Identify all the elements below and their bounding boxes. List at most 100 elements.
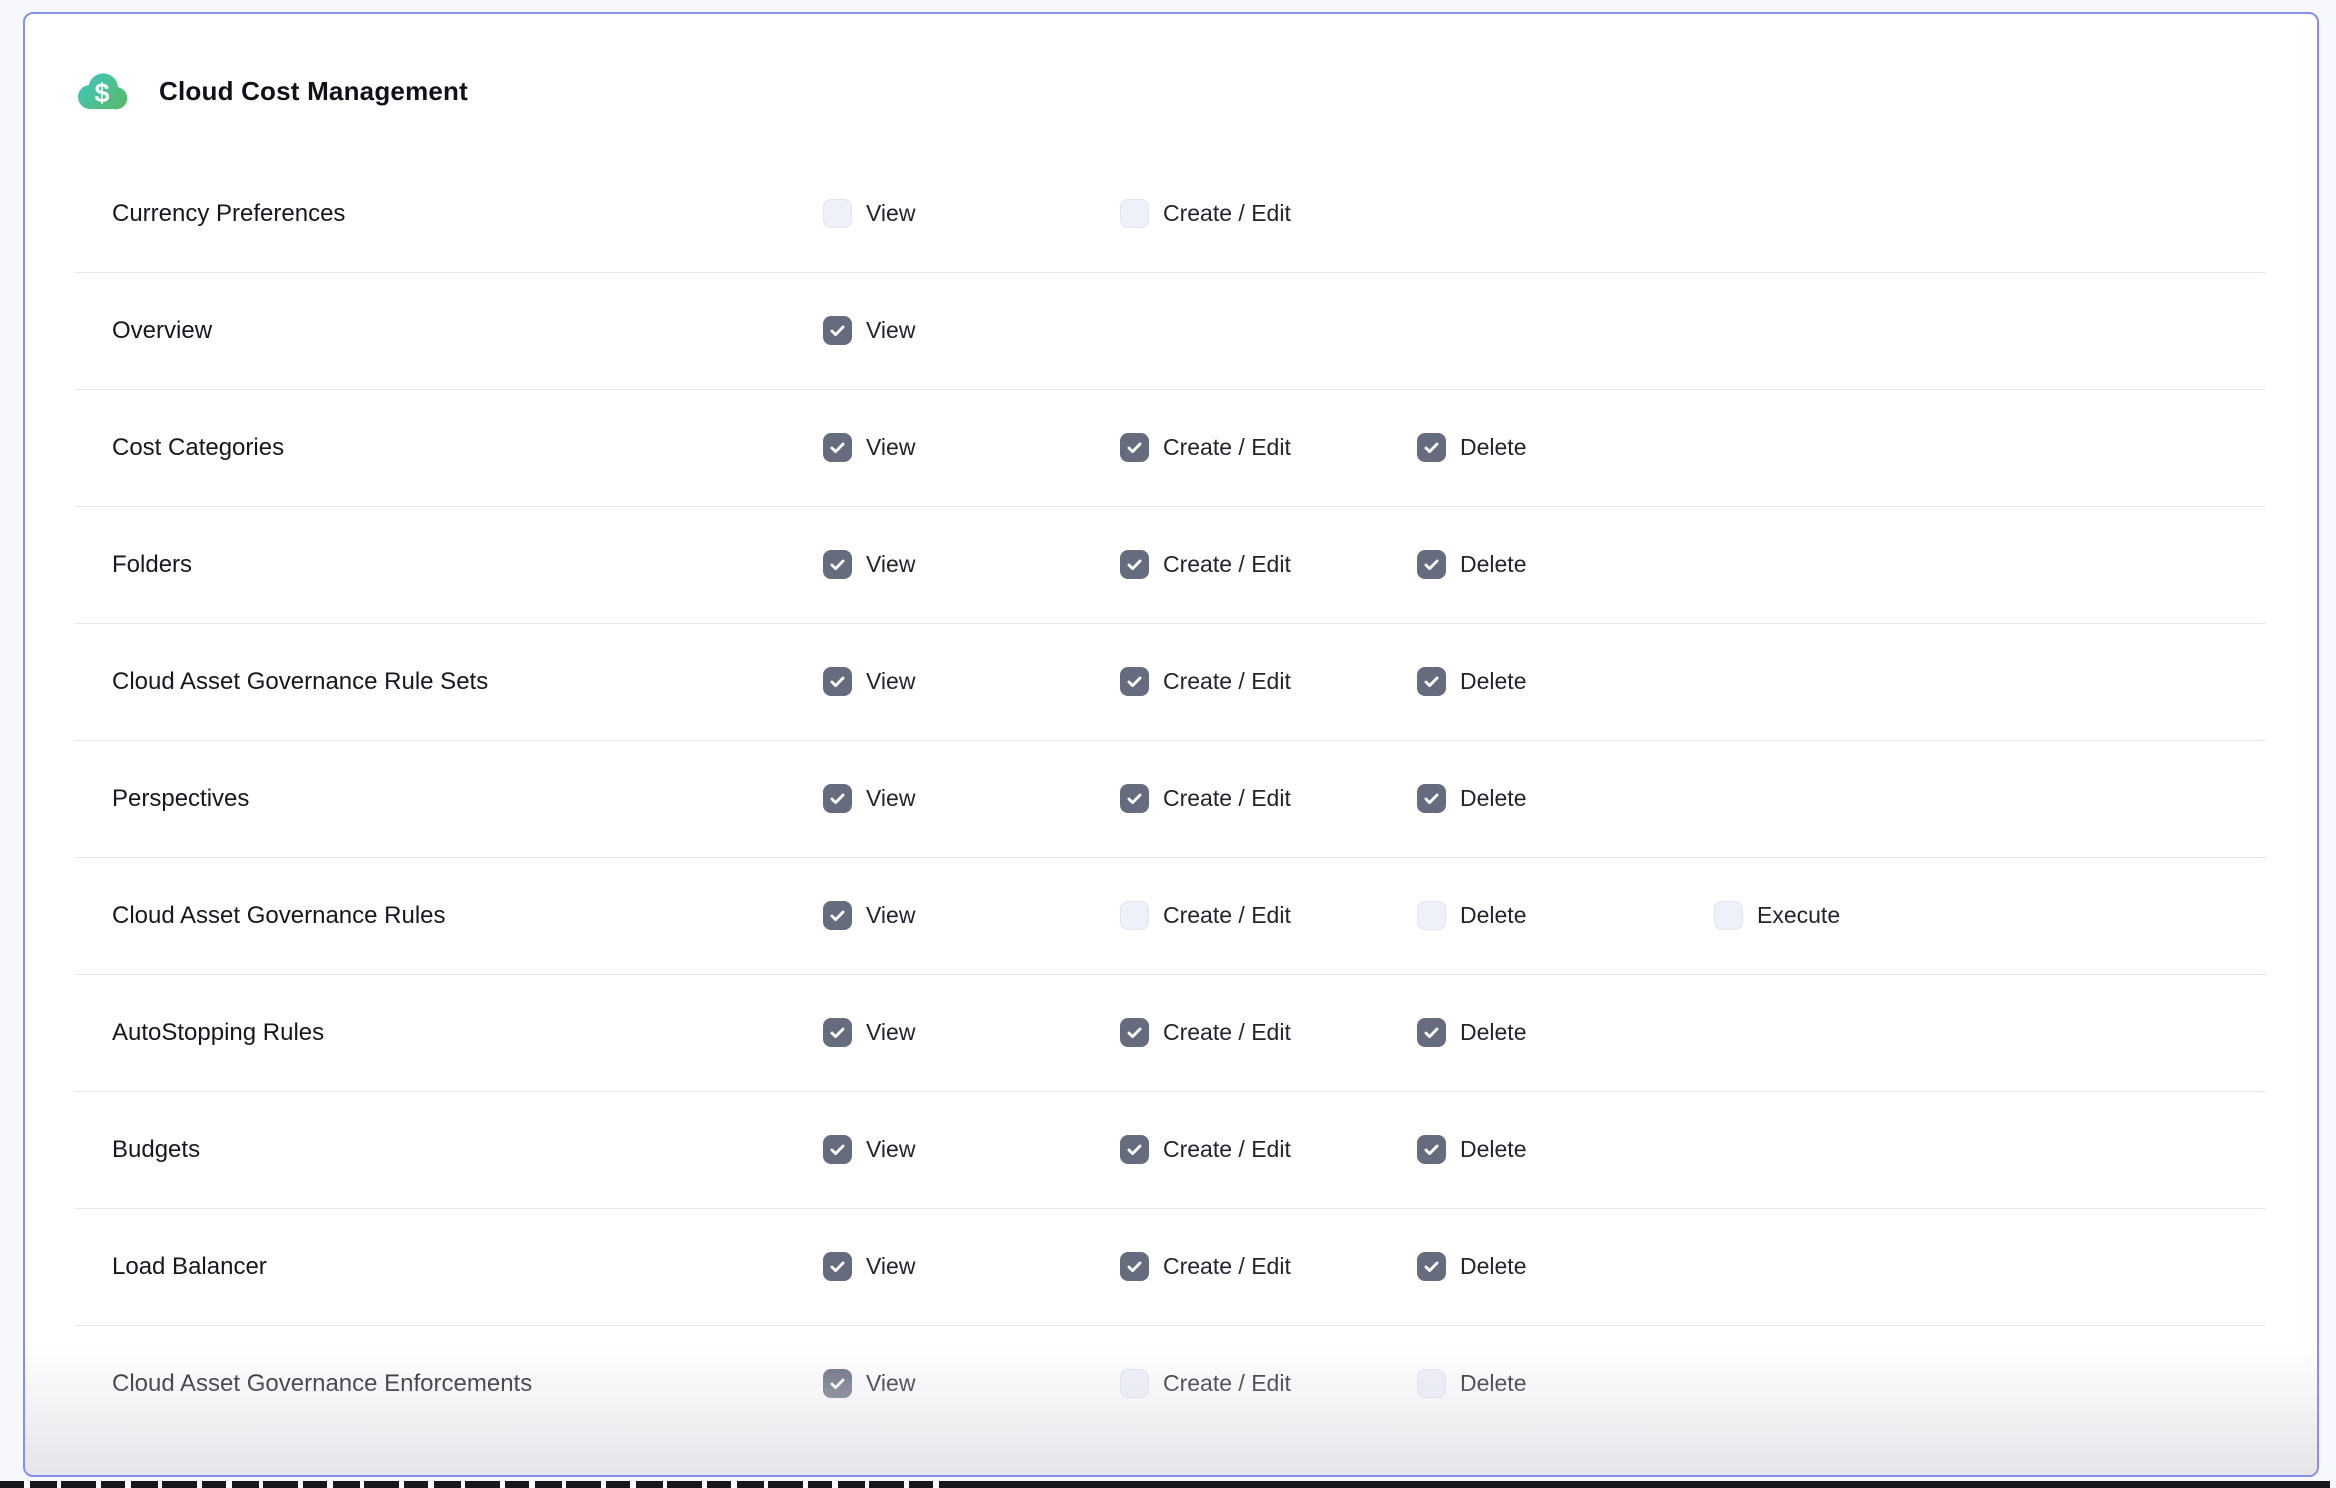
delete-permission-cell[interactable]: Delete	[1417, 901, 1526, 930]
delete-checkbox-label[interactable]: Delete	[1460, 785, 1526, 812]
delete-checkbox-label[interactable]: Delete	[1460, 668, 1526, 695]
delete-checkbox-label[interactable]: Delete	[1460, 1019, 1526, 1046]
view-permission-cell[interactable]: View	[823, 316, 915, 345]
create-edit-checkbox-label[interactable]: Create / Edit	[1163, 902, 1291, 929]
view-checkbox[interactable]	[823, 1018, 852, 1047]
view-checkbox[interactable]	[823, 1135, 852, 1164]
delete-permission-cell[interactable]: Delete	[1417, 1369, 1526, 1398]
view-checkbox[interactable]	[823, 901, 852, 930]
view-checkbox-label[interactable]: View	[866, 200, 915, 227]
view-checkbox[interactable]	[823, 667, 852, 696]
view-permission-cell[interactable]: View	[823, 784, 915, 813]
create-edit-checkbox-label[interactable]: Create / Edit	[1163, 434, 1291, 461]
delete-checkbox-label[interactable]: Delete	[1460, 902, 1526, 929]
create-edit-checkbox[interactable]	[1120, 1369, 1149, 1398]
delete-checkbox[interactable]	[1417, 784, 1446, 813]
create-edit-permission-cell[interactable]: Create / Edit	[1120, 901, 1291, 930]
create-edit-checkbox[interactable]	[1120, 1252, 1149, 1281]
view-permission-cell[interactable]: View	[823, 901, 915, 930]
delete-permission-cell[interactable]: Delete	[1417, 1252, 1526, 1281]
view-permission-cell[interactable]: View	[823, 550, 915, 579]
create-edit-checkbox[interactable]	[1120, 1135, 1149, 1164]
view-permission-cell[interactable]: View	[823, 1018, 915, 1047]
delete-permission-cell[interactable]: Delete	[1417, 667, 1526, 696]
create-edit-checkbox[interactable]	[1120, 667, 1149, 696]
delete-checkbox-label[interactable]: Delete	[1460, 1370, 1526, 1397]
view-checkbox-label[interactable]: View	[866, 902, 915, 929]
view-checkbox-label[interactable]: View	[866, 434, 915, 461]
view-checkbox-label[interactable]: View	[866, 1370, 915, 1397]
create-edit-checkbox-label[interactable]: Create / Edit	[1163, 785, 1291, 812]
execute-checkbox[interactable]	[1714, 901, 1743, 930]
delete-permission-cell[interactable]: Delete	[1417, 784, 1526, 813]
create-edit-checkbox[interactable]	[1120, 1018, 1149, 1047]
create-edit-permission-cell[interactable]: Create / Edit	[1120, 1135, 1291, 1164]
delete-checkbox-label[interactable]: Delete	[1460, 1253, 1526, 1280]
create-edit-permission-cell[interactable]: Create / Edit	[1120, 550, 1291, 579]
view-permission-cell[interactable]: View	[823, 1135, 915, 1164]
create-edit-permission-cell[interactable]: Create / Edit	[1120, 1369, 1291, 1398]
create-edit-permission-cell[interactable]: Create / Edit	[1120, 784, 1291, 813]
delete-permission-cell[interactable]: Delete	[1417, 550, 1526, 579]
delete-checkbox[interactable]	[1417, 550, 1446, 579]
delete-checkbox[interactable]	[1417, 1252, 1446, 1281]
delete-checkbox[interactable]	[1417, 1018, 1446, 1047]
create-edit-checkbox[interactable]	[1120, 901, 1149, 930]
delete-checkbox[interactable]	[1417, 1135, 1446, 1164]
check-icon	[1422, 789, 1441, 808]
view-checkbox-label[interactable]: View	[866, 1019, 915, 1046]
create-edit-permission-cell[interactable]: Create / Edit	[1120, 1252, 1291, 1281]
view-checkbox[interactable]	[823, 784, 852, 813]
create-edit-checkbox-label[interactable]: Create / Edit	[1163, 668, 1291, 695]
delete-checkbox[interactable]	[1417, 901, 1446, 930]
create-edit-checkbox[interactable]	[1120, 550, 1149, 579]
execute-permission-cell[interactable]: Execute	[1714, 901, 1840, 930]
create-edit-checkbox-label[interactable]: Create / Edit	[1163, 1136, 1291, 1163]
create-edit-permission-cell[interactable]: Create / Edit	[1120, 667, 1291, 696]
row-label: Budgets	[112, 1136, 823, 1164]
delete-checkbox[interactable]	[1417, 1369, 1446, 1398]
view-permission-cell[interactable]: View	[823, 1369, 915, 1398]
create-edit-checkbox-label[interactable]: Create / Edit	[1163, 551, 1291, 578]
delete-checkbox-label[interactable]: Delete	[1460, 551, 1526, 578]
view-checkbox[interactable]	[823, 550, 852, 579]
create-edit-checkbox-label[interactable]: Create / Edit	[1163, 200, 1291, 227]
check-icon	[1422, 555, 1441, 574]
view-checkbox-label[interactable]: View	[866, 317, 915, 344]
delete-permission-cell[interactable]: Delete	[1417, 1135, 1526, 1164]
view-slot: View	[823, 1369, 1120, 1398]
view-checkbox[interactable]	[823, 433, 852, 462]
view-checkbox-label[interactable]: View	[866, 668, 915, 695]
delete-checkbox[interactable]	[1417, 667, 1446, 696]
create-edit-permission-cell[interactable]: Create / Edit	[1120, 1018, 1291, 1047]
view-permission-cell[interactable]: View	[823, 1252, 915, 1281]
view-checkbox[interactable]	[823, 316, 852, 345]
create-edit-checkbox[interactable]	[1120, 784, 1149, 813]
delete-checkbox[interactable]	[1417, 433, 1446, 462]
check-icon	[828, 1023, 847, 1042]
execute-checkbox-label[interactable]: Execute	[1757, 902, 1840, 929]
view-checkbox[interactable]	[823, 1369, 852, 1398]
create-edit-permission-cell[interactable]: Create / Edit	[1120, 433, 1291, 462]
view-checkbox-label[interactable]: View	[866, 1136, 915, 1163]
view-checkbox-label[interactable]: View	[866, 1253, 915, 1280]
create-edit-checkbox-label[interactable]: Create / Edit	[1163, 1253, 1291, 1280]
create-edit-checkbox[interactable]	[1120, 199, 1149, 228]
create-edit-checkbox-label[interactable]: Create / Edit	[1163, 1019, 1291, 1046]
view-permission-cell[interactable]: View	[823, 433, 915, 462]
delete-permission-cell[interactable]: Delete	[1417, 1018, 1526, 1047]
create-edit-checkbox-label[interactable]: Create / Edit	[1163, 1370, 1291, 1397]
delete-checkbox-label[interactable]: Delete	[1460, 1136, 1526, 1163]
view-checkbox-label[interactable]: View	[866, 785, 915, 812]
delete-checkbox-label[interactable]: Delete	[1460, 434, 1526, 461]
check-icon	[1125, 672, 1144, 691]
view-permission-cell[interactable]: View	[823, 199, 915, 228]
card-header: $ Cloud Cost Management	[76, 71, 468, 111]
create-edit-permission-cell[interactable]: Create / Edit	[1120, 199, 1291, 228]
delete-permission-cell[interactable]: Delete	[1417, 433, 1526, 462]
view-permission-cell[interactable]: View	[823, 667, 915, 696]
view-checkbox-label[interactable]: View	[866, 551, 915, 578]
view-checkbox[interactable]	[823, 1252, 852, 1281]
create-edit-checkbox[interactable]	[1120, 433, 1149, 462]
view-checkbox[interactable]	[823, 199, 852, 228]
